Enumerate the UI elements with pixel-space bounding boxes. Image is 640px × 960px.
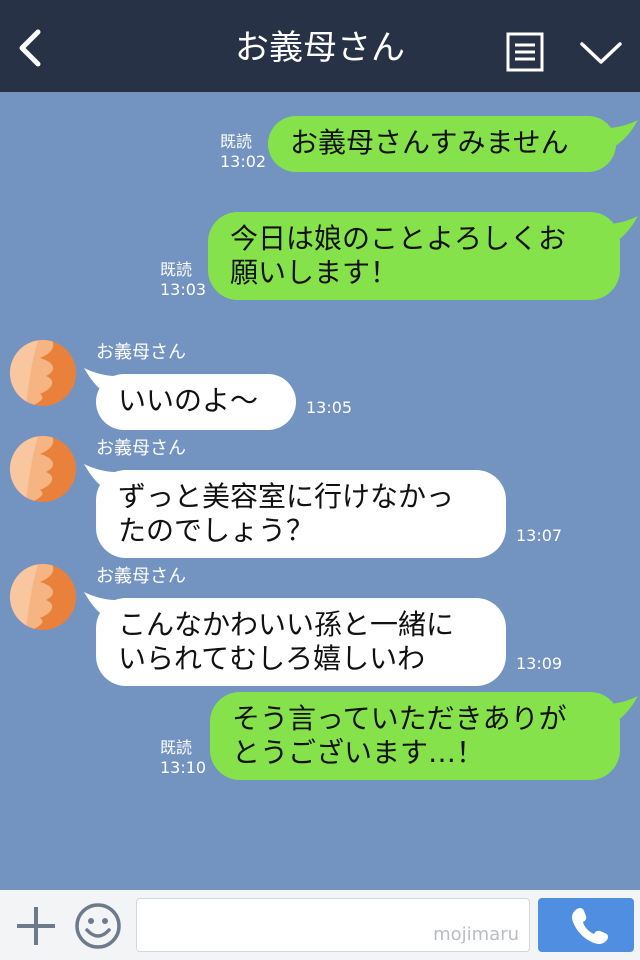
chat-header: お義母さん xyxy=(0,0,640,92)
sender-name: お義母さん xyxy=(96,566,186,587)
add-button[interactable] xyxy=(14,904,58,948)
menu-button[interactable] xyxy=(506,32,544,72)
message-time: 13:02 xyxy=(220,152,267,171)
chat-title: お義母さん xyxy=(235,28,405,68)
message-text: いいのよ〜 xyxy=(118,384,259,417)
avatar-image xyxy=(10,340,76,406)
message-time: 13:03 xyxy=(160,280,207,299)
message-text: そう言っていただきありが とうございます…！ xyxy=(232,702,567,769)
avatar[interactable] xyxy=(10,340,76,406)
message-bubble-sent[interactable]: お義母さんすみません xyxy=(268,116,616,172)
message-time: 13:10 xyxy=(160,758,207,777)
sender-name: お義母さん xyxy=(96,438,186,459)
dropdown-button[interactable] xyxy=(578,38,624,68)
read-receipt: 既読 xyxy=(220,132,253,151)
avatar[interactable] xyxy=(10,436,76,502)
message-bubble-sent[interactable]: そう言っていただきありが とうございます…！ xyxy=(210,692,620,780)
message-bubble-received[interactable]: いいのよ〜 xyxy=(96,374,296,430)
smiley-icon xyxy=(75,903,121,949)
avatar[interactable] xyxy=(10,564,76,630)
input-bar: mojimaru xyxy=(0,890,640,960)
read-receipt: 既読 xyxy=(160,260,193,279)
chevron-left-icon xyxy=(19,29,41,67)
message-time: 13:07 xyxy=(516,526,563,545)
message-time: 13:09 xyxy=(516,654,563,673)
read-receipt: 既読 xyxy=(160,738,193,757)
message-text: 今日は娘のことよろしくお 願いします！ xyxy=(230,222,567,289)
message-input[interactable]: mojimaru xyxy=(136,898,530,952)
message-bubble-received[interactable]: こんなかわいい孫と一緒に いられてむしろ嬉しいわ xyxy=(96,598,506,686)
avatar-image xyxy=(10,564,76,630)
menu-list-icon xyxy=(506,32,544,72)
chat-area[interactable]: 既読 13:02 お義母さんすみません 既読 13:03 今日は娘のことよろしく… xyxy=(0,92,640,890)
phone-icon xyxy=(572,907,609,944)
message-time: 13:05 xyxy=(306,398,353,417)
watermark-text: mojimaru xyxy=(433,924,519,945)
message-bubble-sent[interactable]: 今日は娘のことよろしくお 願いします！ xyxy=(208,212,620,300)
plus-icon xyxy=(17,907,55,945)
call-button[interactable] xyxy=(538,898,634,952)
sender-name: お義母さん xyxy=(96,342,186,363)
back-button[interactable] xyxy=(12,26,52,70)
emoji-button[interactable] xyxy=(74,902,122,950)
message-text: ずっと美容室に行けなかっ たのでしょう？ xyxy=(118,480,455,547)
chevron-down-icon xyxy=(580,42,622,64)
avatar-image xyxy=(10,436,76,502)
message-text: お義母さんすみません xyxy=(290,126,569,159)
message-text: こんなかわいい孫と一緒に いられてむしろ嬉しいわ xyxy=(118,608,455,675)
message-bubble-received[interactable]: ずっと美容室に行けなかっ たのでしょう？ xyxy=(96,470,506,558)
